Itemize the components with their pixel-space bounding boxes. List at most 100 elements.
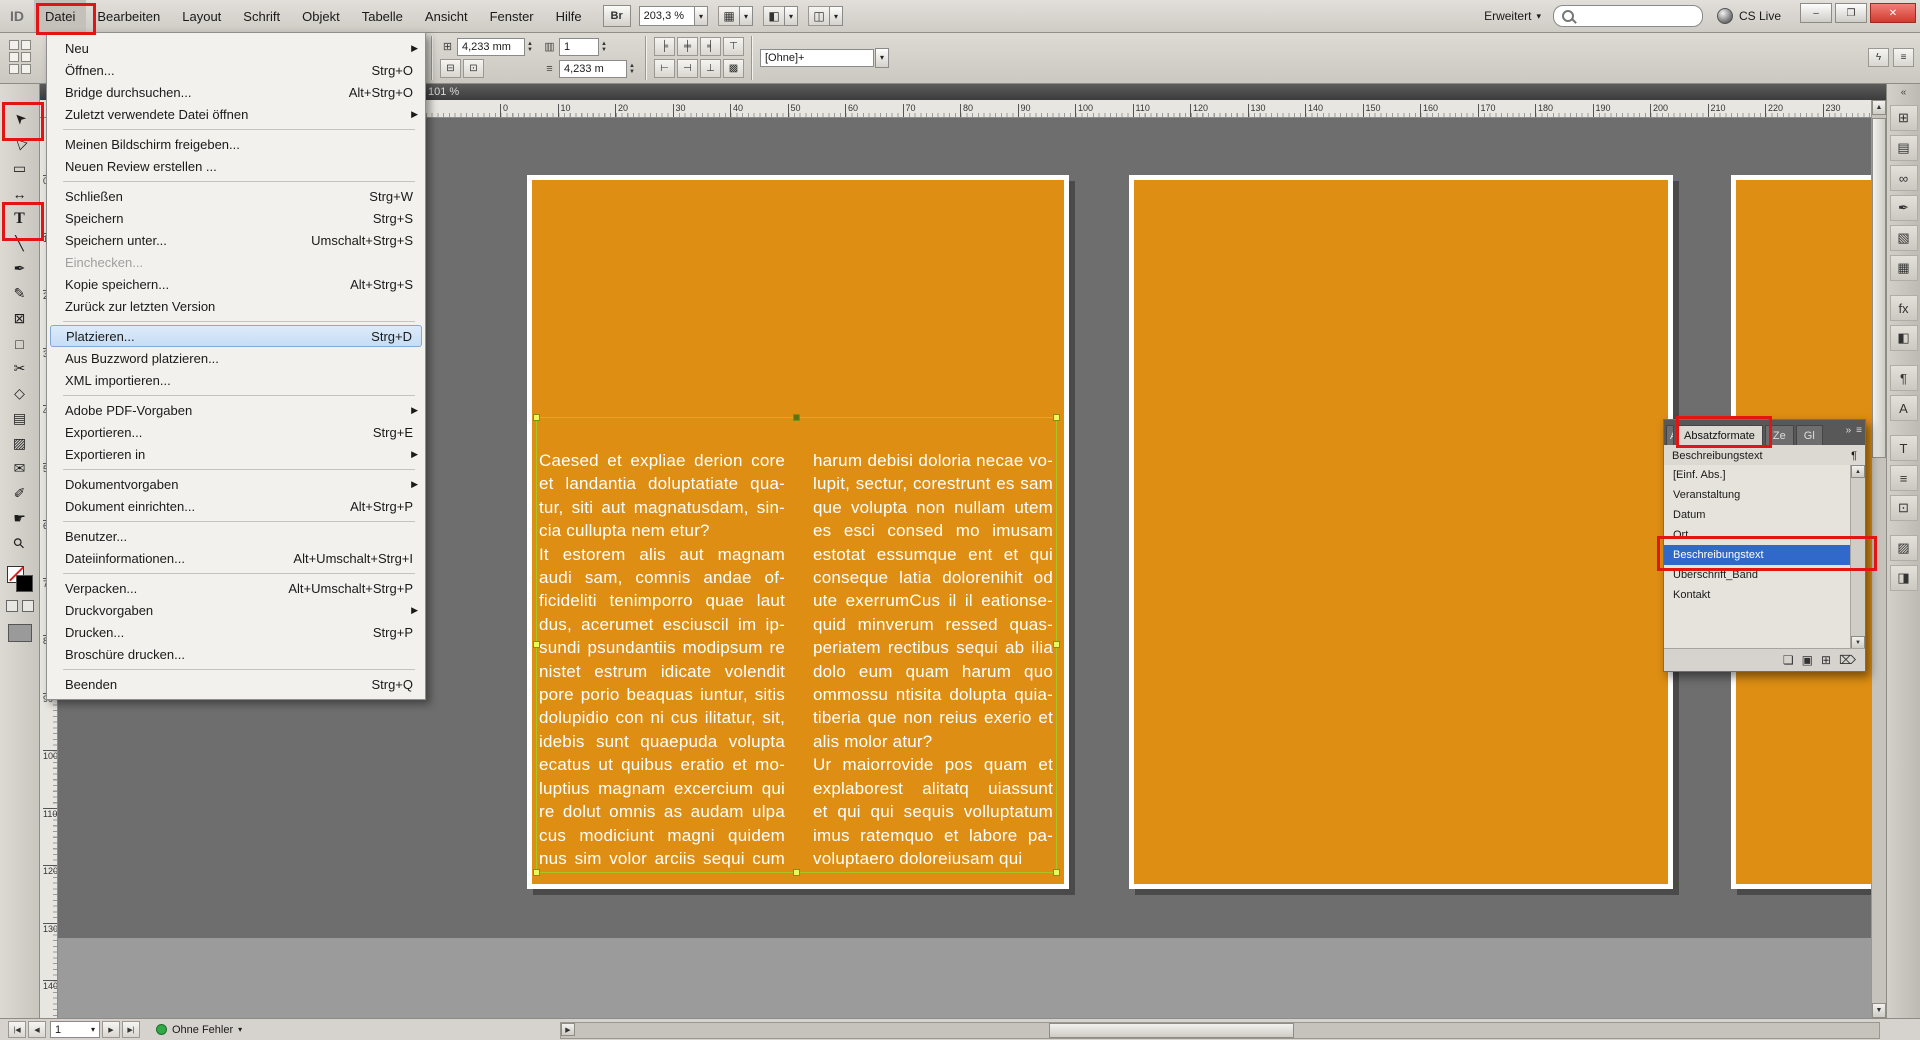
file-menu-item-dokument-einrichten[interactable]: Dokument einrichten...Alt+Strg+P xyxy=(47,495,425,517)
paragraph-panel-icon[interactable]: ≡ xyxy=(1890,465,1918,491)
gradient-panel-icon[interactable]: ▨ xyxy=(1890,535,1918,561)
gutter-field[interactable]: 4,233 m xyxy=(559,60,627,78)
last-page-button[interactable]: ▶| xyxy=(122,1021,140,1038)
character-panel-icon[interactable]: T xyxy=(1890,435,1918,461)
paragraph-styles-panel-icon[interactable]: ¶ xyxy=(1890,365,1918,391)
file-menu-item-drucken[interactable]: Drucken...Strg+P xyxy=(47,621,425,643)
previous-page-button[interactable]: ◀ xyxy=(28,1021,46,1038)
direct-selection-tool[interactable]: ▷ xyxy=(6,131,34,156)
style-item-datum[interactable]: Datum xyxy=(1664,505,1851,525)
color-panel-icon[interactable]: ▧ xyxy=(1890,225,1918,251)
file-menu-item-verpacken[interactable]: Verpacken...Alt+Umschalt+Strg+P xyxy=(47,577,425,599)
styles-panel-tab-ze[interactable]: Ze xyxy=(1765,425,1794,445)
file-menu-item-adobe-pdf-vorgaben[interactable]: Adobe PDF-Vorgaben xyxy=(47,399,425,421)
menubar-menu-objekt[interactable]: Objekt xyxy=(291,0,351,32)
stroke-panel-icon[interactable]: ✒ xyxy=(1890,195,1918,221)
zoom-dropdown-arrow-icon[interactable] xyxy=(694,6,708,26)
control-panel-menu-icon[interactable]: ≡ xyxy=(1893,48,1914,67)
minimize-button[interactable]: – xyxy=(1800,3,1832,23)
file-menu-item-speichern[interactable]: SpeichernStrg+S xyxy=(47,207,425,229)
menubar-menu-tabelle[interactable]: Tabelle xyxy=(351,0,414,32)
apply-color-icon[interactable] xyxy=(6,600,18,612)
eyedropper-tool[interactable]: ✐ xyxy=(6,481,34,506)
glyphs-panel-icon[interactable]: ⊡ xyxy=(1890,495,1918,521)
align-top-button[interactable]: ⊤ xyxy=(723,37,744,56)
screen-mode-icon[interactable]: ◧ xyxy=(763,6,785,26)
style-item-kontakt[interactable]: Kontakt xyxy=(1664,585,1851,605)
next-page-button[interactable]: ▶ xyxy=(102,1021,120,1038)
line-tool[interactable]: ╲ xyxy=(6,231,34,256)
file-menu-item-exportieren[interactable]: Exportieren...Strg+E xyxy=(47,421,425,443)
frame-handle[interactable] xyxy=(793,414,800,421)
view-options-arrow-icon[interactable] xyxy=(739,6,753,26)
panel-chevrons-icon[interactable]: » xyxy=(1846,425,1852,436)
distribute-v-button[interactable]: ⊣ xyxy=(677,59,698,78)
file-menu-item-platzieren[interactable]: Platzieren...Strg+D xyxy=(50,325,422,347)
style-item-einf-abs[interactable]: [Einf. Abs.] xyxy=(1664,465,1851,485)
file-menu-item-xml-importieren[interactable]: XML importieren... xyxy=(47,369,425,391)
clear-overrides-icon[interactable]: ▣ xyxy=(1802,653,1813,667)
style-item-überschrift-band[interactable]: Überschrift_Band xyxy=(1664,565,1851,585)
file-menu-item-bridge-durchsuchen[interactable]: Bridge durchsuchen...Alt+Strg+O xyxy=(47,81,425,103)
effects-panel-icon[interactable]: fx xyxy=(1890,295,1918,321)
quick-apply-icon[interactable]: ϟ xyxy=(1868,48,1889,67)
scroll-right-icon[interactable]: ▶ xyxy=(561,1023,575,1036)
frame-handle[interactable] xyxy=(1053,869,1060,876)
file-menu-item-öffnen[interactable]: Öffnen...Strg+O xyxy=(47,59,425,81)
menubar-menu-schrift[interactable]: Schrift xyxy=(232,0,291,32)
panel-grid-icon[interactable] xyxy=(9,40,31,74)
pen-tool[interactable]: ✒ xyxy=(6,256,34,281)
object-styles-panel-icon[interactable]: ◧ xyxy=(1890,325,1918,351)
search-box[interactable] xyxy=(1553,5,1703,27)
screen-mode-button[interactable] xyxy=(8,624,32,642)
gradient-feather-tool[interactable]: ▨ xyxy=(6,431,34,456)
horizontal-scroll-thumb[interactable] xyxy=(1049,1023,1295,1038)
columns-stepper[interactable] xyxy=(601,41,610,53)
file-menu-item-einchecken[interactable]: Einchecken... xyxy=(47,251,425,273)
first-page-button[interactable]: |◀ xyxy=(8,1021,26,1038)
inset-field[interactable]: 4,233 mm xyxy=(457,38,525,56)
styles-scrollbar[interactable]: ▲ ▼ xyxy=(1850,465,1865,649)
hand-tool[interactable]: ☛ xyxy=(6,506,34,531)
menubar-menu-hilfe[interactable]: Hilfe xyxy=(545,0,593,32)
gradient-tool[interactable]: ▤ xyxy=(6,406,34,431)
inset-stepper[interactable] xyxy=(527,41,536,53)
file-menu-item-dateiinformationen[interactable]: Dateiinformationen...Alt+Umschalt+Strg+I xyxy=(47,547,425,569)
search-input[interactable] xyxy=(1580,9,1684,23)
fill-swatch[interactable] xyxy=(16,575,33,592)
delete-style-icon[interactable]: ⌦ xyxy=(1839,653,1856,667)
screen-mode-arrow-icon[interactable] xyxy=(784,6,798,26)
scissors-tool[interactable]: ✂ xyxy=(6,356,34,381)
file-menu-item-neuen-review-erstellen[interactable]: Neuen Review erstellen ... xyxy=(47,155,425,177)
scroll-up-icon[interactable]: ▲ xyxy=(1872,100,1886,115)
page-2[interactable] xyxy=(1129,175,1673,889)
zoom-tool[interactable]: ⚲ xyxy=(6,531,34,556)
fill-stroke-swatches[interactable] xyxy=(7,566,33,592)
gutter-stepper[interactable] xyxy=(629,63,638,75)
frame-handle[interactable] xyxy=(1053,414,1060,421)
page-tool[interactable]: ▭ xyxy=(6,156,34,181)
bridge-button[interactable]: Br xyxy=(603,5,631,27)
file-menu-item-speichern-unter[interactable]: Speichern unter...Umschalt+Strg+S xyxy=(47,229,425,251)
view-options-icon[interactable]: ▦ xyxy=(718,6,740,26)
frame-handle[interactable] xyxy=(793,869,800,876)
file-menu-item-benutzer[interactable]: Benutzer... xyxy=(47,525,425,547)
distribute-h-button[interactable]: ⊢ xyxy=(654,59,675,78)
note-tool[interactable]: ✉ xyxy=(6,456,34,481)
text-wrap-button[interactable]: ▩ xyxy=(723,59,744,78)
scroll-down-icon[interactable]: ▼ xyxy=(1872,1003,1886,1018)
rectangle-frame-tool[interactable]: ⊠ xyxy=(6,306,34,331)
preflight-panel-icon[interactable]: ◨ xyxy=(1890,565,1918,591)
menubar-menu-datei[interactable]: Datei xyxy=(34,0,86,32)
vertical-scroll-thumb[interactable] xyxy=(1872,118,1886,458)
gap-tool[interactable]: ↔ xyxy=(6,181,34,206)
file-menu-item-beenden[interactable]: BeendenStrg+Q xyxy=(47,673,425,695)
links-panel-icon[interactable]: ∞ xyxy=(1890,165,1918,191)
file-menu-item-kopie-speichern[interactable]: Kopie speichern...Alt+Strg+S xyxy=(47,273,425,295)
layers-panel-icon[interactable]: ▤ xyxy=(1890,135,1918,161)
align-left-button[interactable]: ╞ xyxy=(654,37,675,56)
styles-panel-tab-gl[interactable]: Gl xyxy=(1796,425,1823,445)
restore-button[interactable]: ❐ xyxy=(1835,3,1867,23)
new-style-icon[interactable]: ⊞ xyxy=(1821,653,1831,667)
cs-live[interactable]: CS Live xyxy=(1717,8,1781,24)
